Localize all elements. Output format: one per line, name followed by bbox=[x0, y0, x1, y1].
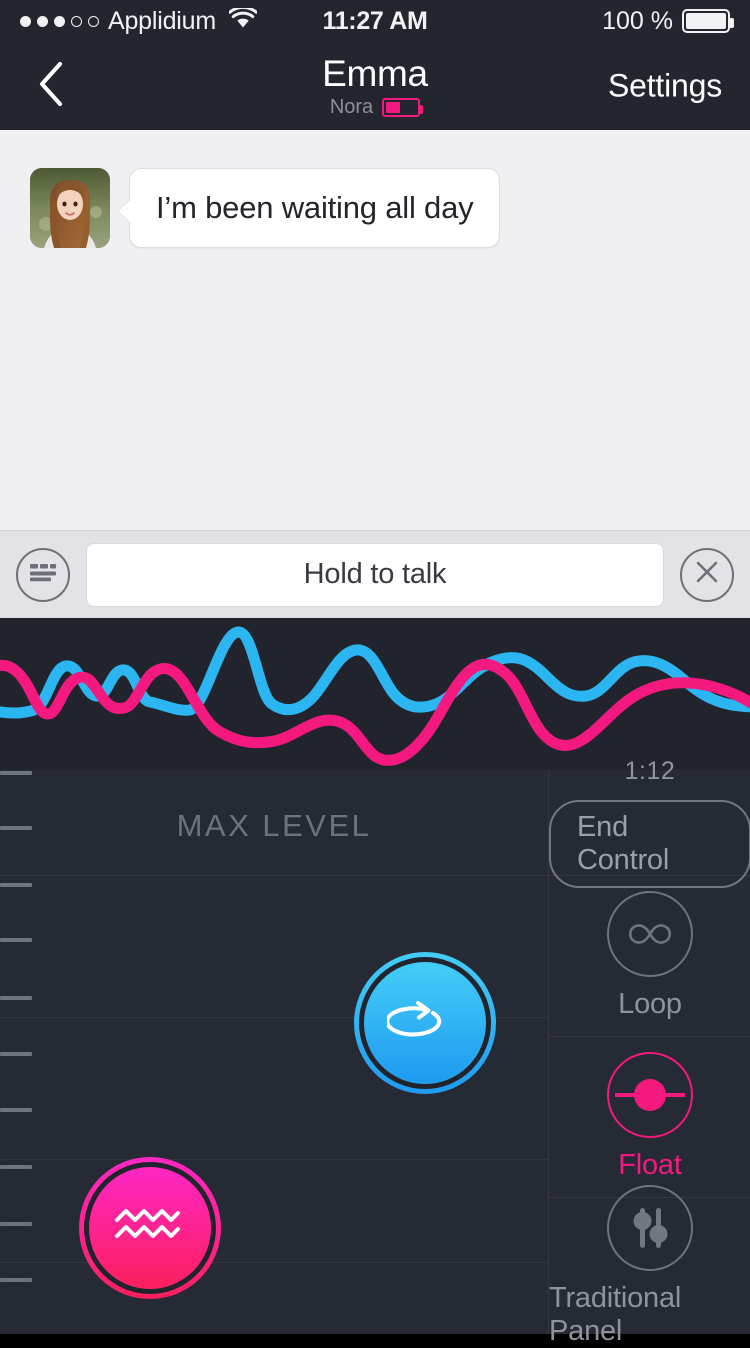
device-battery-icon bbox=[382, 98, 424, 117]
keyboard-button[interactable] bbox=[16, 547, 70, 602]
avatar[interactable] bbox=[30, 168, 110, 248]
infinity-icon bbox=[607, 891, 693, 977]
page-title: Emma bbox=[322, 53, 428, 94]
signal-strength-icon bbox=[20, 15, 99, 27]
navigation-bar: Emma Nora Settings bbox=[0, 42, 750, 130]
status-bar-left: Applidium bbox=[20, 5, 322, 36]
session-timer: 1:12 bbox=[624, 757, 676, 785]
level-tick bbox=[0, 883, 32, 887]
close-circle-icon bbox=[693, 558, 721, 591]
sidebar-item-label: Traditional Panel bbox=[549, 1281, 682, 1347]
mode-sidebar: 1:12 End Control Loop Float Traditional … bbox=[548, 757, 750, 1347]
device-name-label: Nora bbox=[329, 96, 374, 118]
keyboard-icon bbox=[28, 561, 58, 588]
control-panel: MAX LEVEL 1:12 End Control Loop Float Tr… bbox=[0, 757, 750, 1347]
sidebar-item-loop[interactable]: Loop bbox=[549, 876, 750, 1037]
float-circle-icon bbox=[607, 1052, 693, 1138]
app-screen: Applidium 11:27 AM 100 % Emma Nora Setti… bbox=[0, 0, 750, 1347]
sidebar-item-label: Loop bbox=[618, 988, 682, 1020]
status-bar-clock: 11:27 AM bbox=[322, 6, 428, 35]
message-text: I’m been waiting all day bbox=[156, 190, 474, 225]
sidebar-item-float[interactable]: Float bbox=[549, 1037, 750, 1198]
wave-pad[interactable] bbox=[77, 1155, 223, 1301]
bubble-tail-icon bbox=[118, 200, 130, 222]
rotate-arrow-icon bbox=[385, 1000, 463, 1047]
sidebar-item-label: Float bbox=[618, 1149, 682, 1181]
waveform-visualizer bbox=[0, 618, 750, 770]
level-tick bbox=[0, 1052, 32, 1056]
message-bubble[interactable]: I’m been waiting all day bbox=[129, 168, 501, 248]
level-tick bbox=[0, 771, 32, 775]
hold-to-talk-label: Hold to talk bbox=[303, 558, 447, 590]
battery-icon bbox=[682, 9, 734, 33]
level-tick bbox=[0, 1108, 32, 1112]
input-bar: Hold to talk bbox=[0, 530, 750, 618]
carrier-label: Applidium bbox=[108, 6, 216, 35]
end-control-button[interactable]: End Control bbox=[549, 800, 750, 888]
sliders-icon bbox=[607, 1184, 693, 1271]
wifi-icon bbox=[228, 5, 258, 34]
status-bar: Applidium 11:27 AM 100 % bbox=[0, 0, 750, 42]
level-tick bbox=[0, 1165, 32, 1169]
sidebar-item-traditional-panel[interactable]: Traditional Panel bbox=[549, 1184, 750, 1347]
level-tick bbox=[0, 938, 32, 942]
level-tick bbox=[0, 1222, 32, 1226]
status-bar-right: 100 % bbox=[428, 6, 734, 36]
message-row: I’m been waiting all day bbox=[30, 168, 501, 248]
level-tick bbox=[0, 1278, 32, 1282]
waveform-svg bbox=[0, 626, 750, 766]
message-bubble-wrap: I’m been waiting all day bbox=[118, 168, 501, 248]
hold-to-talk-button[interactable]: Hold to talk bbox=[86, 542, 664, 607]
battery-percent-label: 100 % bbox=[602, 6, 673, 35]
settings-button[interactable]: Settings bbox=[608, 68, 722, 105]
max-level-label: MAX LEVEL bbox=[176, 808, 372, 843]
rotate-pad[interactable] bbox=[352, 950, 498, 1096]
zigzag-wave-icon bbox=[114, 1206, 186, 1251]
grid-line bbox=[0, 875, 548, 876]
close-button[interactable] bbox=[680, 547, 734, 602]
end-control-section: 1:12 End Control bbox=[549, 757, 750, 888]
level-tick bbox=[0, 996, 32, 1000]
device-status: Nora bbox=[329, 96, 424, 119]
chat-area: I’m been waiting all day bbox=[0, 130, 750, 530]
pad-area[interactable]: MAX LEVEL bbox=[0, 770, 548, 1334]
